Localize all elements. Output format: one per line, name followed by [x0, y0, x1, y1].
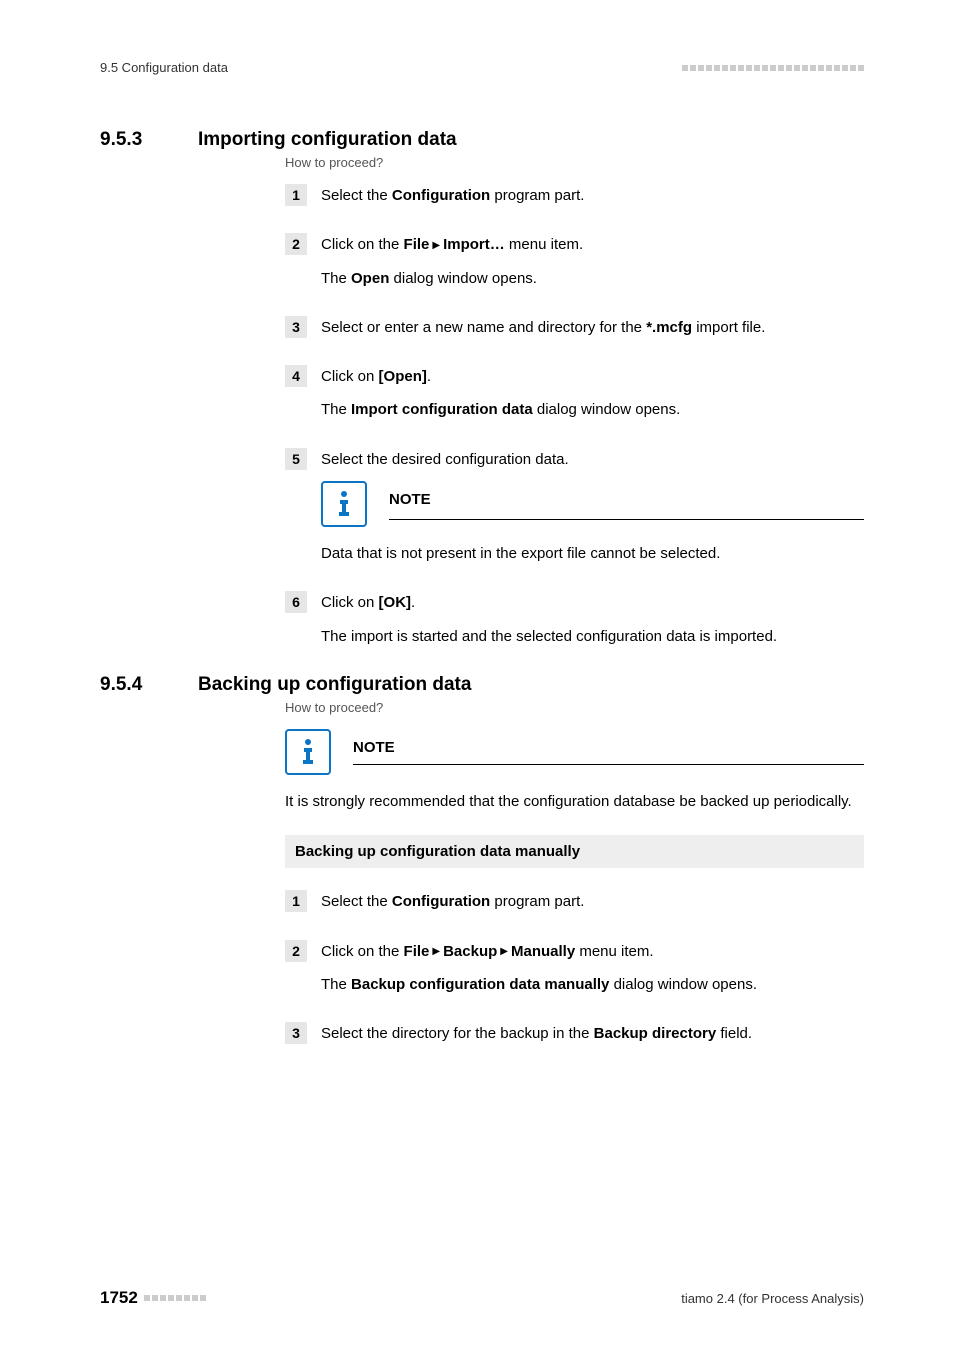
step-3: 3 Select the directory for the backup in…: [285, 1022, 864, 1045]
step-5: 5 Select the desired configuration data.: [285, 448, 864, 566]
note-text: Data that is not present in the export f…: [321, 543, 864, 566]
step-number: 3: [285, 316, 307, 338]
step-body: Select or enter a new name and directory…: [321, 316, 864, 339]
step-number: 5: [285, 448, 307, 470]
step-body: Select the directory for the backup in t…: [321, 1022, 864, 1045]
section-953-body: How to proceed? 1 Select the Configurati…: [285, 155, 864, 648]
step-2: 2 Click on the File▶Import… menu item. T…: [285, 233, 864, 290]
section-title: Importing configuration data: [198, 129, 457, 151]
step-4: 4 Click on [Open]. The Import configurat…: [285, 365, 864, 422]
triangle-icon: ▶: [432, 238, 440, 254]
page-header: 9.5 Configuration data: [100, 60, 864, 75]
page-footer: 1752 tiamo 2.4 (for Process Analysis): [100, 1288, 864, 1308]
triangle-icon: ▶: [432, 944, 440, 960]
step-body: Click on [Open]. The Import configuratio…: [321, 365, 864, 422]
step-2: 2 Click on the File▶Backup▶Manually menu…: [285, 940, 864, 997]
step-1: 1 Select the Configuration program part.: [285, 184, 864, 207]
note-underline: [353, 764, 864, 765]
footer-product: tiamo 2.4 (for Process Analysis): [681, 1291, 864, 1306]
how-to-proceed: How to proceed?: [285, 700, 864, 715]
page-number: 1752: [100, 1288, 138, 1308]
page: 9.5 Configuration data 9.5.3 Importing c…: [0, 0, 954, 1350]
section-954-body: How to proceed? NOTE It is strongly re: [285, 700, 864, 1046]
info-icon: [285, 729, 331, 775]
note-box: NOTE Data that is not present in the exp…: [321, 481, 864, 566]
step-body: Click on [OK]. The import is started and…: [321, 591, 864, 648]
section-number: 9.5.4: [100, 674, 162, 696]
step-body: Click on the File▶Import… menu item. The…: [321, 233, 864, 290]
step-number: 1: [285, 184, 307, 206]
step-number: 3: [285, 1022, 307, 1044]
step-number: 2: [285, 233, 307, 255]
header-section-ref: 9.5 Configuration data: [100, 60, 228, 75]
step-6: 6 Click on [OK]. The import is started a…: [285, 591, 864, 648]
how-to-proceed: How to proceed?: [285, 155, 864, 170]
note-box: NOTE It is strongly recommended that the…: [285, 729, 864, 814]
step-number: 2: [285, 940, 307, 962]
section-heading-953: 9.5.3 Importing configuration data: [100, 129, 864, 151]
step-body: Click on the File▶Backup▶Manually menu i…: [321, 940, 864, 997]
step-3: 3 Select or enter a new name and directo…: [285, 316, 864, 339]
sub-heading-manual-backup: Backing up configuration data manually: [285, 835, 864, 868]
step-number: 1: [285, 890, 307, 912]
page-number-wrap: 1752: [100, 1288, 206, 1308]
step-body: Select the Configuration program part.: [321, 184, 864, 207]
step-1: 1 Select the Configuration program part.: [285, 890, 864, 913]
section-number: 9.5.3: [100, 129, 162, 151]
step-body: Select the Configuration program part.: [321, 890, 864, 913]
step-number: 4: [285, 365, 307, 387]
note-underline: [389, 519, 864, 520]
section-title: Backing up configuration data: [198, 674, 471, 696]
step-body: Select the desired configuration data.: [321, 448, 864, 566]
step-number: 6: [285, 591, 307, 613]
header-decorative-squares: [682, 65, 864, 71]
footer-decorative-squares: [144, 1295, 206, 1301]
info-icon: [321, 481, 367, 527]
note-title: NOTE: [353, 739, 864, 756]
section-heading-954: 9.5.4 Backing up configuration data: [100, 674, 864, 696]
note-title: NOTE: [389, 488, 864, 511]
triangle-icon: ▶: [500, 944, 508, 960]
note-text: It is strongly recommended that the conf…: [285, 791, 864, 814]
